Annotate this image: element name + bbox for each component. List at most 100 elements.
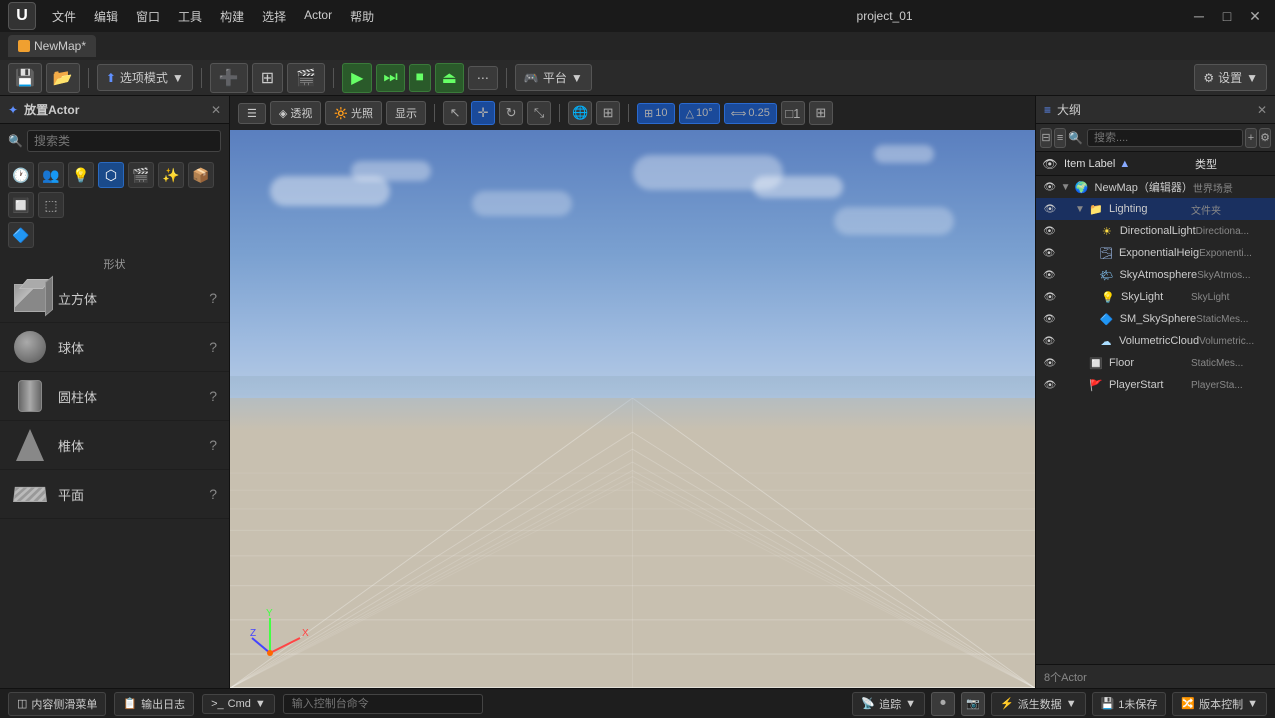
sphere-help[interactable]: ?	[209, 339, 217, 355]
tree-floor[interactable]: 👁 🔲 Floor StaticMes...	[1036, 352, 1275, 374]
tree-world[interactable]: 👁 ▼ 🌍 NewMap（编辑器） 世界场景	[1036, 176, 1275, 198]
vp-select-icon[interactable]: ↖	[443, 101, 467, 125]
more-button[interactable]: ⋯	[468, 66, 498, 90]
vp-rotate-icon[interactable]: ↻	[499, 101, 523, 125]
shape-sphere[interactable]: 球体 ?	[0, 323, 229, 372]
cylinder-label: 圆柱体	[58, 387, 97, 406]
settings-button[interactable]: ⚙ 设置 ▼	[1194, 64, 1267, 91]
tree-lighting[interactable]: 👁 ▼ 📁 Lighting 文件夹	[1036, 198, 1275, 220]
console-input[interactable]	[283, 694, 483, 714]
vp-scale-button[interactable]: ⟺ 0.25	[724, 103, 777, 124]
record-button[interactable]: ⏺	[931, 692, 955, 716]
cylinder-help[interactable]: ?	[209, 388, 217, 404]
volumes-icon[interactable]: 📦	[188, 162, 214, 188]
stop-button[interactable]: ⏹	[409, 64, 431, 92]
shape-plane[interactable]: 平面 ?	[0, 470, 229, 519]
menu-help[interactable]: 帮助	[342, 4, 382, 29]
lighting-expand[interactable]: ▼	[1074, 203, 1086, 215]
vp-layer-button[interactable]: □ 1	[781, 101, 805, 125]
tree-player-start[interactable]: 👁 🚩 PlayerStart PlayerSta...	[1036, 374, 1275, 396]
eject-button[interactable]: ⏏	[435, 63, 464, 93]
outliner-filter-icon[interactable]: ⊟	[1040, 128, 1052, 148]
name-col-header[interactable]: Item Label ▲	[1060, 158, 1191, 170]
tree-sky-light[interactable]: 👁 💡 SkyLight SkyLight	[1036, 286, 1275, 308]
select-mode-button[interactable]: ⬆ 选项模式 ▼	[97, 64, 193, 91]
tree-sky-sphere[interactable]: 👁 🔷 SM_SkySphere StaticMes...	[1036, 308, 1275, 330]
platform-button[interactable]: 🎮 平台 ▼	[515, 64, 592, 91]
vp-perspective-button[interactable]: ◈ 透视	[270, 101, 321, 125]
vp-transform-icon[interactable]: ✛	[471, 101, 495, 125]
plane-help[interactable]: ?	[209, 486, 217, 502]
menu-select[interactable]: 选择	[254, 4, 294, 29]
output-log-button[interactable]: 📋 输出日志	[114, 692, 194, 716]
menu-build[interactable]: 构建	[212, 4, 252, 29]
vp-maximize-icon[interactable]: ⊞	[809, 101, 833, 125]
effects-icon[interactable]: ✨	[158, 162, 184, 188]
lights-icon[interactable]: 💡	[68, 162, 94, 188]
search-input[interactable]	[27, 130, 221, 152]
unsaved-button[interactable]: 💾 1未保存	[1092, 692, 1167, 716]
outliner-settings-icon[interactable]: ⚙	[1259, 128, 1271, 148]
version-control-button[interactable]: 🔀 版本控制 ▼	[1172, 692, 1267, 716]
tree-exp-fog[interactable]: 👁 🌫 ExponentialHeig Exponenti...	[1036, 242, 1275, 264]
outliner-sort-icon[interactable]: ≡	[1054, 128, 1066, 148]
vp-grid-button[interactable]: ⊞ 10	[637, 103, 674, 124]
shape-cube[interactable]: 立方体 ?	[0, 274, 229, 323]
perspective-icon: ◈	[279, 107, 287, 120]
snap-button[interactable]: ⊞	[252, 63, 283, 93]
menu-file[interactable]: 文件	[44, 4, 84, 29]
viewport[interactable]: ☰ ◈ 透视 🔆 光照 显示 ↖ ✛ ↻ ⤡ 🌐 ⊞ ⊞ 10	[230, 96, 1035, 688]
panel-close-icon[interactable]: ✕	[211, 103, 221, 117]
extra-icon[interactable]: ⬚	[38, 192, 64, 218]
shape-cone[interactable]: 椎体 ?	[0, 421, 229, 470]
recent-icon[interactable]: 🕐	[8, 162, 34, 188]
vp-menu-button[interactable]: ☰	[238, 103, 266, 124]
outliner-search-input[interactable]	[1087, 129, 1243, 147]
vp-angle-button[interactable]: △ 10°	[679, 103, 720, 124]
vp-lighting-button[interactable]: 🔆 光照	[325, 101, 382, 125]
maximize-button[interactable]: □	[1215, 4, 1239, 28]
menu-tools[interactable]: 工具	[170, 4, 210, 29]
cinematic-icon[interactable]: 🎬	[128, 162, 154, 188]
outliner-add-icon[interactable]: +	[1245, 128, 1257, 148]
tab-label: NewMap*	[34, 39, 86, 53]
tree-vol-cloud[interactable]: 👁 ☁ VolumetricCloud Volumetric...	[1036, 330, 1275, 352]
vp-scale-icon[interactable]: ⤡	[527, 101, 551, 125]
camera-button[interactable]: 📷	[961, 692, 985, 716]
tree-directional-light[interactable]: 👁 ☀ DirectionalLight Directiona...	[1036, 220, 1275, 242]
cmd-button[interactable]: >_ Cmd ▼	[202, 694, 275, 714]
anim-button[interactable]: 🎬	[287, 63, 325, 93]
lighting-icon: 🔆	[334, 107, 348, 120]
cube-help[interactable]: ?	[209, 290, 217, 306]
add-button[interactable]: ➕	[210, 63, 248, 93]
ue-logo: U	[8, 2, 36, 30]
vp-show-button[interactable]: 显示	[386, 101, 426, 125]
tree-sky-atmo[interactable]: 👁 🌤 SkyAtmosphere SkyAtmos...	[1036, 264, 1275, 286]
shape-cylinder[interactable]: 圆柱体 ?	[0, 372, 229, 421]
trace-button[interactable]: 📡 追踪 ▼	[852, 692, 925, 716]
vp-world-icon[interactable]: 🌐	[568, 101, 592, 125]
spawn-data-button[interactable]: ⚡ 派生数据 ▼	[991, 692, 1086, 716]
cone-help[interactable]: ?	[209, 437, 217, 453]
play-button[interactable]: ▶	[342, 63, 372, 93]
content-browser-button[interactable]: ◫ 内容侧滑菜单	[8, 692, 106, 716]
world-expand[interactable]: ▼	[1060, 181, 1072, 193]
menu-window[interactable]: 窗口	[128, 4, 168, 29]
prefab-icon[interactable]: 🔲	[8, 192, 34, 218]
outliner-close-icon[interactable]: ✕	[1257, 103, 1267, 117]
mesh-icon[interactable]: 🔷	[8, 222, 34, 248]
minimize-button[interactable]: ─	[1187, 4, 1211, 28]
vp-snap-icon[interactable]: ⊞	[596, 101, 620, 125]
shapes-icon[interactable]: 👥	[38, 162, 64, 188]
save-button[interactable]: 💾	[8, 63, 42, 93]
close-button[interactable]: ✕	[1243, 4, 1267, 28]
menu-edit[interactable]: 编辑	[86, 4, 126, 29]
skip-button[interactable]: ⏭	[376, 64, 404, 92]
tab-newmap[interactable]: NewMap*	[8, 35, 96, 57]
menu-actor[interactable]: Actor	[296, 4, 340, 29]
world-name: NewMap（编辑器）	[1095, 179, 1193, 195]
folder-icon: 📁	[1088, 201, 1104, 217]
settings-label: 设置	[1218, 69, 1242, 86]
open-button[interactable]: 📂	[46, 63, 80, 93]
shapes-category-icon[interactable]: ⬡	[98, 162, 124, 188]
